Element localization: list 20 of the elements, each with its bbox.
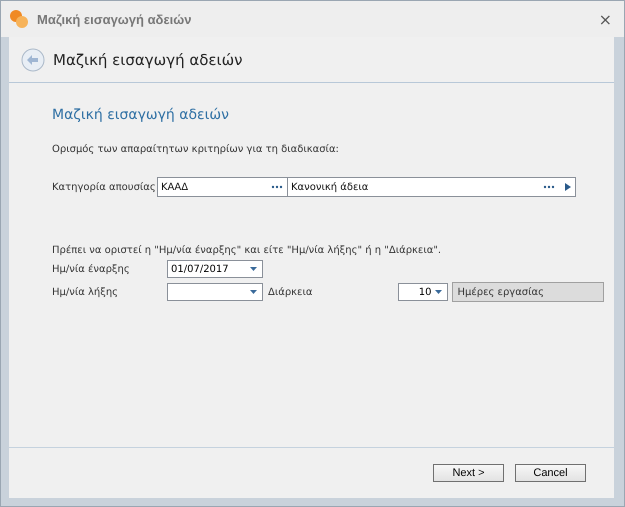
intro-text: Ορισμός των απαραίτητων κριτηρίων για τη διαδικασία:	[52, 144, 340, 155]
dialog-button[interactable]: Cancel	[515, 464, 586, 482]
unit-field: Ημέρες εργασίας	[452, 282, 604, 302]
dialog-button[interactable]: Next >	[433, 464, 504, 482]
app-logo-icon	[9, 9, 29, 29]
field-label: Ημ/νία λήξης	[52, 286, 120, 298]
page-heading: Μαζική εισαγωγή αδειών	[53, 50, 243, 68]
section-title: Μαζική εισαγωγή αδειών	[52, 107, 230, 123]
instruction-text: Πρέπει να οριστεί η "Ημ/νία έναρξης" και είτε "Ημ/νία λήξης" ή η "Διάρκεια".	[52, 245, 442, 256]
duration-field[interactable]: 10	[398, 283, 448, 301]
date-field[interactable]	[167, 283, 263, 301]
window-title: Μαζική εισαγωγή αδειών	[37, 12, 192, 26]
date-field[interactable]: 01/07/2017	[167, 260, 263, 278]
close-button[interactable]: ×	[594, 10, 616, 28]
field-label: Κατηγορία απουσίας	[52, 182, 157, 192]
dropdown-icon[interactable]	[435, 290, 442, 294]
dropdown-icon[interactable]	[250, 267, 257, 271]
dropdown-icon[interactable]	[250, 290, 257, 294]
field-label: Ημ/νία έναρξης	[52, 264, 131, 274]
field-label: Διάρκεια	[268, 286, 312, 298]
